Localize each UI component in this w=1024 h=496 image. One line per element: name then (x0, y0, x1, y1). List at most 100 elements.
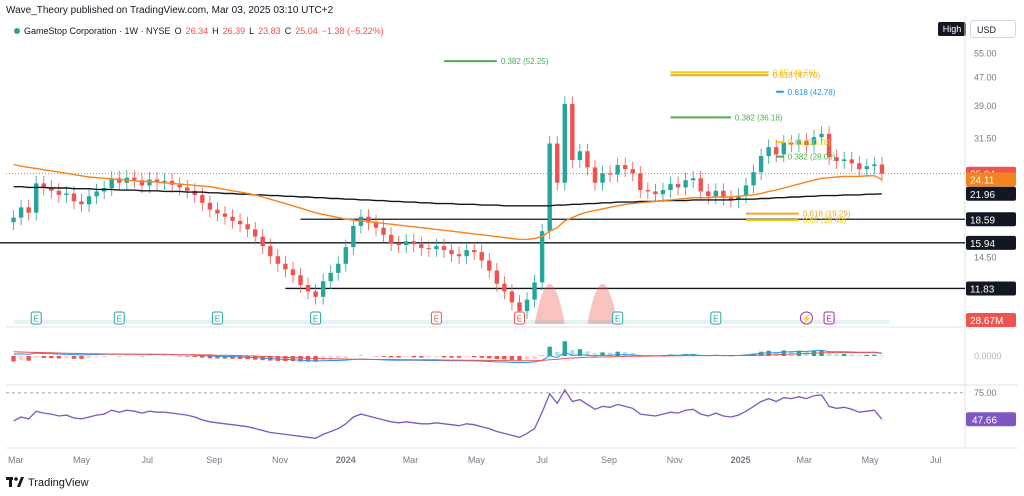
candle-body (290, 269, 296, 276)
macd-histogram-bar (404, 356, 409, 358)
candle-body (819, 133, 824, 138)
candle-body (653, 191, 658, 195)
price-label-text: 18.59 (970, 215, 995, 226)
macd-histogram-bar (441, 356, 447, 358)
marker-label: E (34, 315, 39, 324)
tradingview-logo[interactable]: TradingView (6, 477, 89, 489)
dividend-icon: ⚡ (799, 311, 813, 325)
macd-histogram-bar (419, 356, 424, 358)
macd-histogram-bar (328, 356, 333, 361)
price-label-text: 21.96 (970, 190, 995, 201)
candle-body (630, 169, 635, 174)
candle-body (494, 270, 500, 284)
macd-histogram-bar (872, 354, 877, 356)
candle-body (449, 250, 454, 255)
price-axis-label: 11.83 (966, 281, 1016, 296)
candle-body (177, 184, 182, 188)
fib-level-label: 0.618 (42.78) (788, 88, 836, 97)
tradingview-logo-icon (6, 477, 24, 487)
candle-body (411, 241, 416, 245)
macd-histogram-bar (864, 354, 870, 356)
candle-body (864, 166, 870, 170)
macd-histogram-bar (826, 353, 832, 356)
macd-histogram-bar (94, 356, 99, 358)
macd-histogram-bar (622, 352, 628, 356)
earnings-icon: E (310, 311, 322, 325)
earnings-icon: E (823, 311, 835, 325)
candle-body (56, 190, 62, 195)
candle-body (388, 234, 394, 244)
marker-label: ⚡ (801, 314, 811, 324)
macd-histogram-bar (834, 354, 839, 356)
macd-histogram-bar (517, 356, 522, 361)
time-axis-label: May (468, 455, 486, 465)
candle-body (86, 196, 92, 205)
price-axis-label: 28.67M (966, 313, 1016, 327)
macd-histogram-bar (71, 356, 77, 359)
candle-body (162, 180, 167, 183)
candle-body (479, 252, 484, 261)
candle-body (879, 164, 885, 174)
candle-body (607, 173, 613, 175)
time-axis-label: Nov (272, 455, 289, 465)
fib-level-label: 0.382 (36.18) (735, 113, 783, 122)
candle-body (841, 159, 847, 162)
candle-body (660, 190, 666, 195)
candle-body (758, 156, 764, 173)
macd-histogram-bar (86, 356, 92, 359)
candle-body (766, 147, 771, 157)
macd-histogram-bar (434, 356, 439, 358)
macd-histogram-bar (449, 356, 454, 358)
candle-body (570, 103, 575, 160)
candle-body (275, 256, 281, 264)
time-axis-label: May (73, 455, 91, 465)
candle-body (706, 191, 711, 197)
time-axis-label: Mar (403, 455, 419, 465)
candle-body (426, 248, 432, 250)
candle-body (260, 236, 265, 247)
fib-level-label: 0.382 (28.00) (788, 153, 836, 162)
earnings-icon: E (30, 311, 42, 325)
macd-histogram-bar (200, 356, 205, 358)
candle-body (222, 213, 228, 217)
candle-body (668, 184, 673, 191)
candle-body (336, 263, 341, 273)
macd-histogram-bar (841, 353, 847, 356)
candle-body (751, 172, 756, 186)
macd-histogram-bar (487, 356, 492, 359)
price-axis-tick: 14.50 (974, 252, 997, 262)
macd-histogram-bar (11, 356, 16, 362)
candle-body (147, 179, 152, 186)
candle-body (872, 164, 877, 167)
candle-body (592, 167, 598, 183)
fib-level-label: 0.382 (52.25) (501, 57, 549, 66)
macd-histogram-bar (547, 346, 552, 356)
price-axis-label: 18.59 (966, 212, 1016, 227)
candle-body (434, 246, 439, 250)
price-chart[interactable]: 55.0047.0039.0031.5025.0018.5014.500.382… (0, 0, 1024, 496)
candle-body (743, 185, 749, 196)
candle-body (230, 216, 235, 221)
rsi-label-text: 47.66 (972, 415, 997, 426)
price-label-text: 11.83 (970, 284, 995, 295)
macd-histogram-bar (879, 355, 885, 356)
price-axis-label: 15.94 (966, 235, 1016, 250)
candle-body (502, 283, 507, 292)
macd-axis-label: 0.0000 (974, 351, 1002, 361)
candle-body (419, 244, 424, 249)
candle-body (600, 173, 605, 183)
price-axis-label: 24.11 (966, 172, 1016, 187)
time-axis-label: Sep (206, 455, 222, 465)
macd-histogram-bar (502, 356, 507, 360)
fib-level-label: 0.618 (47.70) (773, 71, 821, 80)
macd-histogram-bar (56, 356, 62, 359)
macd-histogram-bar (64, 356, 69, 359)
time-axis-label: Jul (536, 455, 548, 465)
earnings-icon: E (513, 311, 525, 325)
candle-body (849, 159, 854, 164)
marker-label: E (313, 315, 318, 324)
macd-histogram-bar (290, 356, 296, 362)
macd-histogram-bar (49, 356, 54, 359)
candle-body (774, 147, 779, 155)
candle-body (185, 187, 190, 191)
